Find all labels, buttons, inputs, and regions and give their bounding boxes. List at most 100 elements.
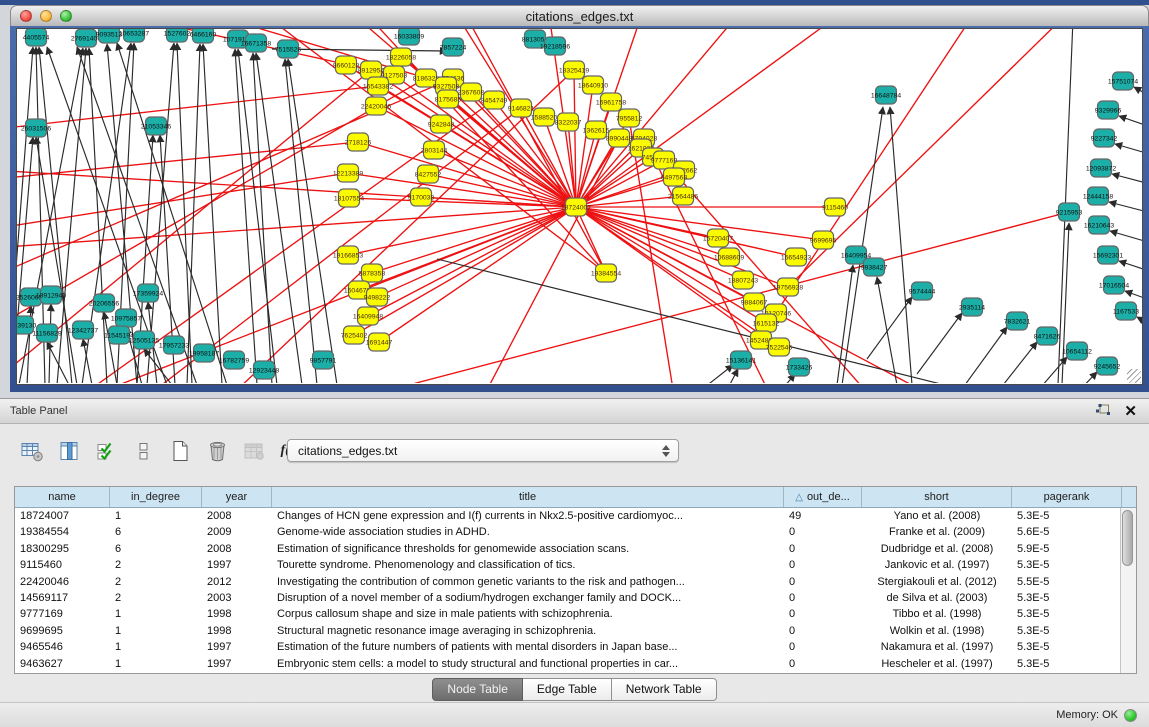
network-node[interactable]: 7625402 [341, 326, 368, 344]
column-header-year[interactable]: year [202, 487, 272, 507]
network-node[interactable]: 7522546 [766, 338, 793, 356]
select-all-icon[interactable] [92, 438, 120, 464]
close-icon[interactable]: ✕ [1124, 404, 1137, 419]
network-node[interactable]: 1733426 [786, 358, 813, 376]
network-node[interactable]: 15720407 [703, 229, 733, 247]
column-header-pagerank[interactable]: pagerank [1012, 487, 1122, 507]
scrollbar-thumb[interactable] [1122, 510, 1133, 566]
network-node[interactable]: 16961758 [596, 93, 626, 111]
network-node[interactable]: 19218596 [540, 37, 570, 55]
network-node[interactable]: 9498222 [364, 288, 391, 306]
column-header-in_degree[interactable]: in_degree [110, 487, 202, 507]
network-node[interactable]: 16210643 [1084, 216, 1114, 234]
show-column-icon[interactable] [55, 438, 83, 464]
network-node[interactable]: 22420046 [361, 97, 391, 115]
network-node[interactable]: 9938427 [861, 258, 888, 276]
close-window-button[interactable] [20, 10, 32, 22]
network-node[interactable]: 10654112 [1062, 342, 1092, 360]
network-node[interactable]: 7955812 [616, 109, 643, 127]
network-node[interactable]: 9857791 [310, 351, 337, 369]
network-node[interactable]: 9884067 [741, 293, 768, 311]
network-node[interactable]: 8454749 [481, 91, 508, 109]
tab-network-table[interactable]: Network Table [612, 678, 717, 701]
network-node[interactable]: 4405574 [23, 29, 50, 46]
network-node[interactable]: 9115460 [822, 198, 848, 216]
network-node[interactable]: 2718126 [345, 133, 372, 151]
column-header-name[interactable]: name [15, 487, 110, 507]
network-node[interactable]: 16782759 [219, 351, 249, 369]
table-row[interactable]: 969969511998Structural magnetic resonanc… [15, 623, 1136, 639]
network-node[interactable]: 9227342 [1091, 129, 1118, 147]
network-node[interactable]: 19756928 [773, 278, 803, 296]
column-header-short[interactable]: short [862, 487, 1012, 507]
network-node[interactable]: 17359924 [133, 284, 163, 302]
network-node[interactable]: 9699695 [810, 231, 837, 249]
network-node[interactable]: 15751074 [1108, 72, 1138, 90]
network-node[interactable]: 18640910 [578, 76, 608, 94]
table-row[interactable]: 946362711997Embryonic stem cells: a mode… [15, 656, 1136, 672]
table-row[interactable]: 1872400712008Changes of HCN gene express… [15, 508, 1136, 524]
network-node[interactable]: 9170038 [408, 188, 435, 206]
network-node[interactable]: 8427552 [415, 165, 442, 183]
table-row[interactable]: 1456911722003Disruption of a novel membe… [15, 590, 1136, 606]
network-canvas[interactable]: 1872400786601288912954182260589127503165… [16, 28, 1143, 385]
network-node[interactable]: 5878358 [359, 264, 386, 282]
column-header-title[interactable]: title [272, 487, 784, 507]
vertical-scrollbar[interactable] [1120, 508, 1136, 673]
network-node[interactable]: 17016504 [1099, 276, 1129, 294]
network-node[interactable]: 7832621 [1004, 312, 1031, 330]
table-selector-dropdown[interactable]: citations_edges.txt [287, 439, 679, 462]
network-node[interactable]: 12505135 [129, 331, 159, 349]
network-node[interactable]: 21564486 [668, 187, 698, 205]
network-node[interactable]: 9574444 [909, 282, 936, 300]
memory-status-indicator[interactable] [1124, 709, 1137, 722]
network-node[interactable]: 12093872 [1086, 159, 1116, 177]
tab-node-table[interactable]: Node Table [432, 678, 523, 701]
create-table-icon[interactable] [166, 438, 194, 464]
network-node[interactable]: 11156829 [32, 324, 61, 342]
network-node[interactable]: 8990448 [606, 129, 633, 147]
network-node[interactable]: 1167533 [1113, 302, 1139, 320]
delete-rows-icon[interactable] [203, 438, 231, 464]
network-node[interactable]: 9245652 [1094, 357, 1121, 375]
minimize-window-button[interactable] [40, 10, 52, 22]
table-row[interactable]: 2242004622012Investigating the contribut… [15, 574, 1136, 590]
network-node[interactable]: 16033809 [394, 29, 424, 45]
attribute-batch-editor-icon[interactable] [18, 438, 46, 464]
network-node[interactable]: 8471626 [1034, 327, 1061, 345]
table-row[interactable]: 1938455462009Genome-wide association stu… [15, 524, 1136, 540]
network-node[interactable]: 19166853 [333, 246, 363, 264]
table-row[interactable]: 911546021997Tourette syndrome. Phenomeno… [15, 557, 1136, 573]
network-node[interactable]: 10688609 [714, 248, 744, 266]
resize-grip-icon[interactable] [1127, 369, 1141, 383]
network-node[interactable]: 10975857 [111, 309, 141, 327]
network-node[interactable]: 12213389 [333, 164, 363, 182]
network-node[interactable]: 16654923 [781, 248, 811, 266]
network-node[interactable]: 16648784 [871, 86, 901, 104]
network-node[interactable]: 1691447 [366, 333, 393, 351]
column-header-out_degree[interactable]: △out_de... [784, 487, 862, 507]
network-window-titlebar[interactable]: citations_edges.txt [10, 5, 1149, 26]
network-node[interactable]: 9329966 [1095, 101, 1122, 119]
network-node[interactable]: 9215953 [1056, 203, 1083, 221]
network-node[interactable]: 2803144 [421, 141, 448, 159]
network-node[interactable]: 12444158 [1083, 187, 1113, 205]
network-node[interactable]: 10653287 [119, 29, 149, 42]
unselect-all-icon[interactable] [129, 438, 157, 464]
network-node[interactable]: 2935114 [959, 298, 985, 316]
network-node[interactable]: 1615132 [753, 314, 780, 332]
tab-edge-table[interactable]: Edge Table [523, 678, 612, 701]
network-node[interactable]: 8660128 [333, 56, 360, 74]
network-node[interactable]: 7515526 [275, 40, 302, 58]
network-node[interactable]: 15136141 [726, 351, 756, 369]
network-node[interactable]: 8322037 [555, 113, 582, 131]
network-node[interactable]: 6497568 [661, 168, 688, 186]
network-node[interactable]: 7857224 [440, 38, 467, 56]
network-node[interactable]: 20206556 [89, 294, 119, 312]
table-row[interactable]: 1830029562008Estimation of significance … [15, 541, 1136, 557]
network-node[interactable]: 19384554 [591, 264, 621, 282]
network-node[interactable]: 16671358 [241, 34, 271, 52]
network-node[interactable]: 1588520 [531, 108, 558, 126]
network-node[interactable]: 18107554 [334, 189, 364, 207]
network-node[interactable]: 6466160 [190, 29, 217, 43]
